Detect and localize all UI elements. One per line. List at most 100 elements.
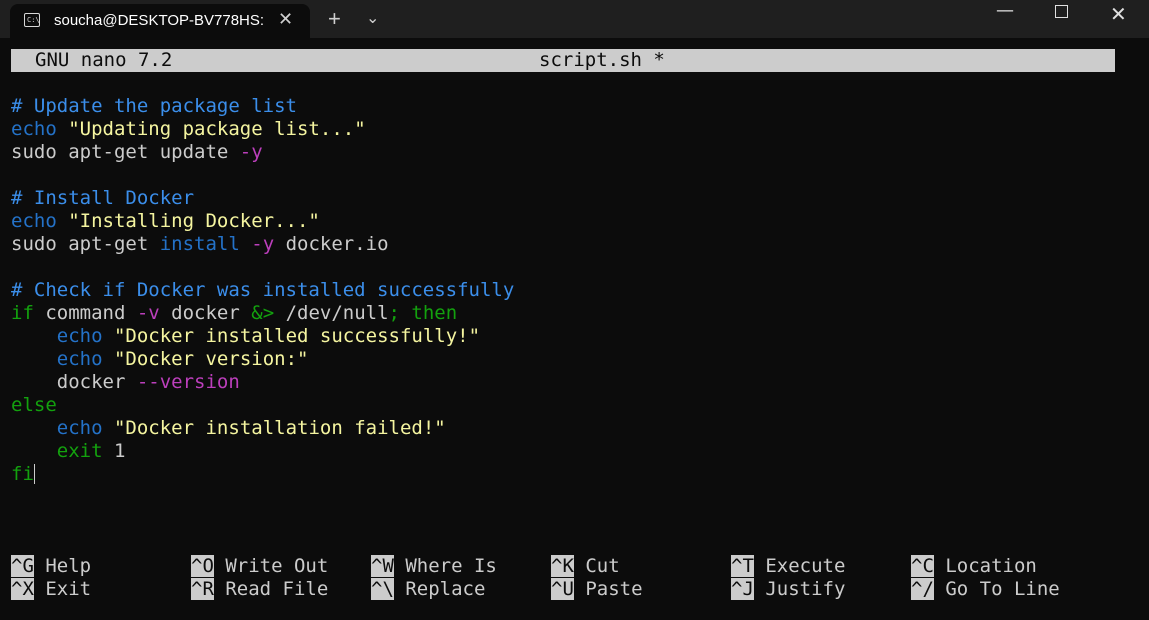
shortcut-cut[interactable]: ^K Cut xyxy=(551,555,620,578)
shortcut-paste[interactable]: ^U Paste xyxy=(551,578,643,601)
shortcut-key: ^G xyxy=(11,555,34,577)
shortcut-exit[interactable]: ^X Exit xyxy=(11,578,91,601)
code-token: install xyxy=(159,233,240,255)
code-token: /dev/null xyxy=(274,302,389,324)
shortcut-help[interactable]: ^G Help xyxy=(11,555,91,578)
code-token: # Install Docker xyxy=(11,187,195,209)
shortcut-label: Replace xyxy=(393,578,486,600)
maximize-icon[interactable] xyxy=(1055,5,1068,18)
terminal-icon: C:\ xyxy=(24,13,40,27)
shortcut-key: ^K xyxy=(551,555,574,577)
code-token: -v xyxy=(136,302,160,324)
code-token: # Check if Docker was installed successf… xyxy=(11,279,515,301)
close-window-icon[interactable]: ✕ xyxy=(1110,2,1127,26)
shortcut-label: Paste xyxy=(573,578,643,600)
code-token: "Docker version:" xyxy=(113,348,309,370)
code-line: docker --version xyxy=(11,371,514,394)
shortcut-write-out[interactable]: ^O Write Out xyxy=(191,555,328,578)
shortcut-replace[interactable]: ^\ Replace xyxy=(371,578,485,601)
plus-icon[interactable]: + xyxy=(328,6,341,32)
shortcut-key: ^J xyxy=(731,578,754,600)
shortcut-row: ^X Exit ^R Read File ^\ Replace ^U Paste ^J … xyxy=(11,578,1115,601)
code-line: echo "Docker installed successfully!" xyxy=(11,325,514,348)
code-token: if xyxy=(11,302,34,324)
code-token: -y xyxy=(251,233,275,255)
code-token: echo xyxy=(56,417,103,439)
code-token: "Docker installed successfully!" xyxy=(113,325,481,347)
nano-header: GNU nano 7.2 script.sh * xyxy=(11,49,1115,72)
shortcut-key: ^W xyxy=(371,555,394,577)
code-token: "Updating package list..." xyxy=(68,118,366,140)
code-line: echo "Docker version:" xyxy=(11,348,514,371)
code-line: # Update the package list xyxy=(11,95,514,118)
code-token: docker xyxy=(159,302,252,324)
code-token: echo xyxy=(56,325,103,347)
code-line: sudo apt-get update -y xyxy=(11,141,514,164)
shortcut-label: Location xyxy=(933,555,1037,577)
shortcut-label: Execute xyxy=(753,555,846,577)
shortcut-key: ^X xyxy=(11,578,34,600)
code-token: fi xyxy=(11,463,34,485)
editor-text[interactable]: # Update the package list echo "Updating … xyxy=(11,95,514,486)
code-token: echo xyxy=(11,210,57,232)
shortcut-label: Go To Line xyxy=(933,578,1060,600)
chevron-down-icon[interactable]: ⌄ xyxy=(366,8,379,27)
shortcut-label: Write Out xyxy=(213,555,329,577)
shortcut-justify[interactable]: ^J Justify xyxy=(731,578,845,601)
shortcut-key: ^C xyxy=(911,555,934,577)
terminal-tab[interactable]: C:\ soucha@DESKTOP-BV778HS: ✕ xyxy=(10,4,310,38)
shortcut-key: ^/ xyxy=(911,578,934,600)
shortcut-label: Help xyxy=(33,555,92,577)
shortcut-location[interactable]: ^C Location xyxy=(911,555,1037,578)
code-token: 1 xyxy=(102,440,126,462)
code-line: fi xyxy=(11,463,514,486)
code-token: ; then xyxy=(388,302,458,324)
shortcut-key: ^T xyxy=(731,555,754,577)
code-line: else xyxy=(11,394,514,417)
code-token: "Docker installation failed!" xyxy=(113,417,446,439)
shortcut-label: Cut xyxy=(573,555,620,577)
shortcut-execute[interactable]: ^T Execute xyxy=(731,555,845,578)
code-token: echo xyxy=(11,118,57,140)
nano-version: GNU nano 7.2 xyxy=(35,49,173,71)
code-line: # Install Docker xyxy=(11,187,514,210)
code-token: else xyxy=(11,394,57,416)
code-line: sudo apt-get install -y docker.io xyxy=(11,233,514,256)
tab-close-icon[interactable]: ✕ xyxy=(278,9,293,30)
code-line: exit 1 xyxy=(11,440,514,463)
shortcut-where-is[interactable]: ^W Where Is xyxy=(371,555,497,578)
file-name: script.sh * xyxy=(539,49,665,71)
code-token: sudo apt-get xyxy=(11,233,160,255)
code-line: echo "Docker installation failed!" xyxy=(11,417,514,440)
code-token: --version xyxy=(136,371,240,393)
shortcut-go-to-line[interactable]: ^/ Go To Line xyxy=(911,578,1060,601)
shortcut-key: ^R xyxy=(191,578,214,600)
tab-title: soucha@DESKTOP-BV778HS: xyxy=(54,12,265,29)
code-token: command xyxy=(33,302,137,324)
shortcut-label: Read File xyxy=(213,578,329,600)
minimize-icon[interactable]: — xyxy=(996,0,1014,21)
shortcut-read-file[interactable]: ^R Read File xyxy=(191,578,328,601)
code-token: sudo apt-get update xyxy=(11,141,240,163)
shortcut-label: Where Is xyxy=(393,555,497,577)
code-line: echo "Installing Docker..." xyxy=(11,210,514,233)
code-token: "Installing Docker..." xyxy=(68,210,320,232)
title-bar: C:\ soucha@DESKTOP-BV778HS: ✕ + ⌄ — ✕ xyxy=(0,0,1149,38)
shortcut-label: Justify xyxy=(753,578,846,600)
shortcut-key: ^O xyxy=(191,555,214,577)
shortcut-key: ^U xyxy=(551,578,574,600)
shortcut-bar: ^G Help ^O Write Out ^W Where Is ^K Cut ^T E… xyxy=(11,555,1115,601)
code-token: # Update the package list xyxy=(11,95,297,117)
shortcut-label: Exit xyxy=(33,578,92,600)
code-token: docker.io xyxy=(274,233,389,255)
code-token: exit xyxy=(56,440,103,462)
